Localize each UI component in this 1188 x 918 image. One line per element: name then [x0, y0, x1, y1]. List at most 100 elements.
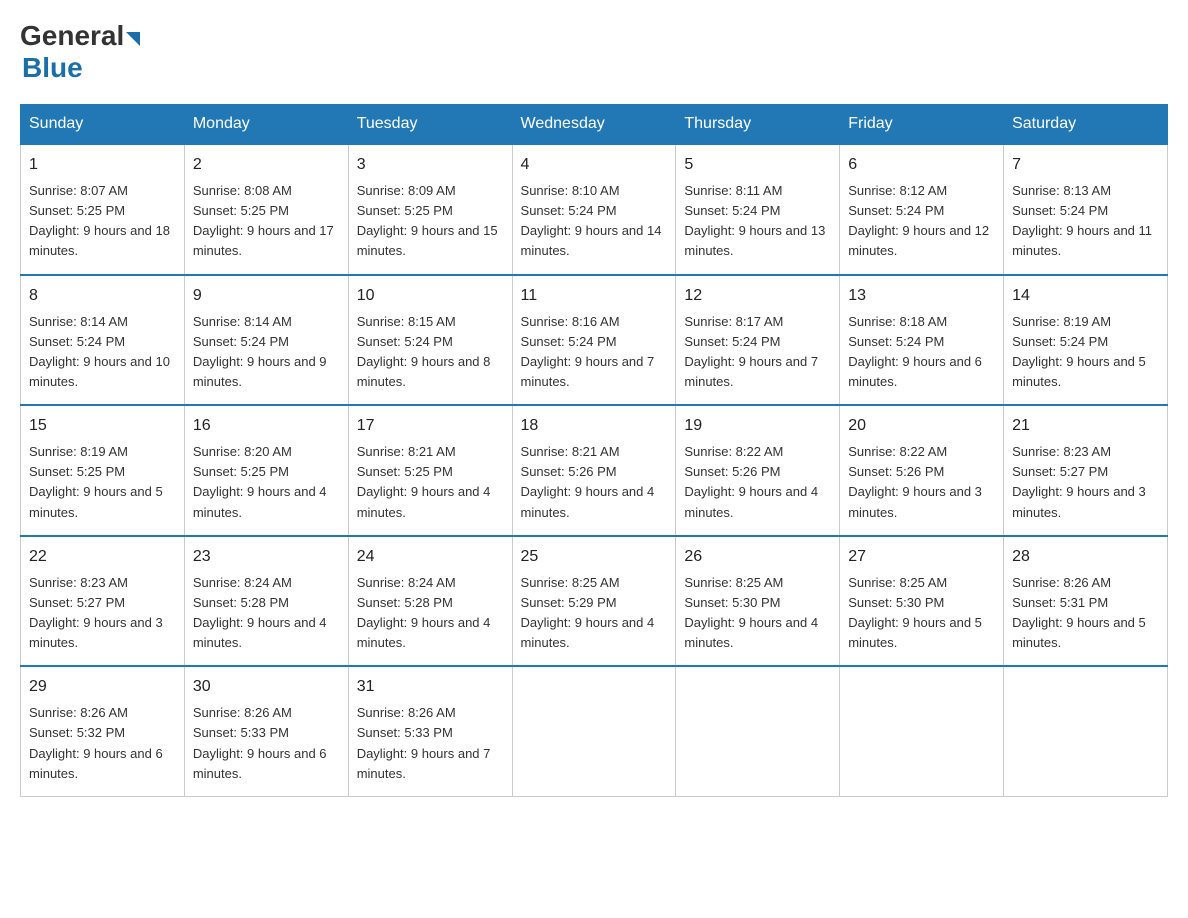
- day-info: Sunrise: 8:16 AMSunset: 5:24 PMDaylight:…: [521, 312, 668, 393]
- day-info: Sunrise: 8:26 AMSunset: 5:32 PMDaylight:…: [29, 703, 176, 784]
- day-number: 1: [29, 153, 176, 177]
- calendar-week-row: 15Sunrise: 8:19 AMSunset: 5:25 PMDayligh…: [21, 405, 1168, 536]
- day-info: Sunrise: 8:07 AMSunset: 5:25 PMDaylight:…: [29, 181, 176, 262]
- day-info: Sunrise: 8:24 AMSunset: 5:28 PMDaylight:…: [357, 573, 504, 654]
- day-number: 6: [848, 153, 995, 177]
- day-info: Sunrise: 8:15 AMSunset: 5:24 PMDaylight:…: [357, 312, 504, 393]
- day-number: 22: [29, 545, 176, 569]
- day-info: Sunrise: 8:26 AMSunset: 5:33 PMDaylight:…: [357, 703, 504, 784]
- day-info: Sunrise: 8:08 AMSunset: 5:25 PMDaylight:…: [193, 181, 340, 262]
- weekday-header-thursday: Thursday: [676, 105, 840, 145]
- day-number: 28: [1012, 545, 1159, 569]
- day-info: Sunrise: 8:19 AMSunset: 5:24 PMDaylight:…: [1012, 312, 1159, 393]
- calendar-day-cell: 12 Sunrise: 8:17 AMSunset: 5:24 PMDayligh…: [676, 275, 840, 406]
- weekday-header-wednesday: Wednesday: [512, 105, 676, 145]
- day-number: 31: [357, 675, 504, 699]
- calendar-day-cell: 6 Sunrise: 8:12 AMSunset: 5:24 PMDaylight…: [840, 144, 1004, 275]
- calendar-day-cell: [1004, 666, 1168, 796]
- calendar-day-cell: 25 Sunrise: 8:25 AMSunset: 5:29 PMDayligh…: [512, 536, 676, 667]
- calendar-day-cell: 30 Sunrise: 8:26 AMSunset: 5:33 PMDayligh…: [184, 666, 348, 796]
- weekday-header-sunday: Sunday: [21, 105, 185, 145]
- day-number: 13: [848, 284, 995, 308]
- calendar-week-row: 29 Sunrise: 8:26 AMSunset: 5:32 PMDayligh…: [21, 666, 1168, 796]
- day-number: 23: [193, 545, 340, 569]
- calendar-table: SundayMondayTuesdayWednesdayThursdayFrid…: [20, 104, 1168, 797]
- day-info: Sunrise: 8:20 AMSunset: 5:25 PMDaylight:…: [193, 442, 340, 523]
- day-number: 27: [848, 545, 995, 569]
- calendar-day-cell: 24 Sunrise: 8:24 AMSunset: 5:28 PMDayligh…: [348, 536, 512, 667]
- day-number: 30: [193, 675, 340, 699]
- calendar-day-cell: [512, 666, 676, 796]
- calendar-day-cell: 11 Sunrise: 8:16 AMSunset: 5:24 PMDayligh…: [512, 275, 676, 406]
- calendar-day-cell: 18Sunrise: 8:21 AMSunset: 5:26 PMDayligh…: [512, 405, 676, 536]
- calendar-day-cell: 29 Sunrise: 8:26 AMSunset: 5:32 PMDayligh…: [21, 666, 185, 796]
- calendar-day-cell: 10Sunrise: 8:15 AMSunset: 5:24 PMDayligh…: [348, 275, 512, 406]
- logo-general-text: General: [20, 20, 124, 52]
- day-info: Sunrise: 8:22 AMSunset: 5:26 PMDaylight:…: [684, 442, 831, 523]
- day-info: Sunrise: 8:14 AMSunset: 5:24 PMDaylight:…: [193, 312, 340, 393]
- day-number: 29: [29, 675, 176, 699]
- weekday-header-friday: Friday: [840, 105, 1004, 145]
- day-info: Sunrise: 8:18 AMSunset: 5:24 PMDaylight:…: [848, 312, 995, 393]
- day-info: Sunrise: 8:25 AMSunset: 5:30 PMDaylight:…: [684, 573, 831, 654]
- day-number: 25: [521, 545, 668, 569]
- day-number: 2: [193, 153, 340, 177]
- weekday-header-row: SundayMondayTuesdayWednesdayThursdayFrid…: [21, 105, 1168, 145]
- day-number: 5: [684, 153, 831, 177]
- day-number: 26: [684, 545, 831, 569]
- calendar-day-cell: 9 Sunrise: 8:14 AMSunset: 5:24 PMDaylight…: [184, 275, 348, 406]
- calendar-day-cell: [840, 666, 1004, 796]
- day-info: Sunrise: 8:23 AMSunset: 5:27 PMDaylight:…: [1012, 442, 1159, 523]
- day-number: 24: [357, 545, 504, 569]
- calendar-day-cell: 23 Sunrise: 8:24 AMSunset: 5:28 PMDayligh…: [184, 536, 348, 667]
- day-info: Sunrise: 8:24 AMSunset: 5:28 PMDaylight:…: [193, 573, 340, 654]
- weekday-header-tuesday: Tuesday: [348, 105, 512, 145]
- day-info: Sunrise: 8:25 AMSunset: 5:30 PMDaylight:…: [848, 573, 995, 654]
- day-info: Sunrise: 8:14 AMSunset: 5:24 PMDaylight:…: [29, 312, 176, 393]
- day-number: 4: [521, 153, 668, 177]
- day-info: Sunrise: 8:26 AMSunset: 5:33 PMDaylight:…: [193, 703, 340, 784]
- calendar-day-cell: 17 Sunrise: 8:21 AMSunset: 5:25 PMDayligh…: [348, 405, 512, 536]
- calendar-day-cell: 16 Sunrise: 8:20 AMSunset: 5:25 PMDayligh…: [184, 405, 348, 536]
- day-number: 17: [357, 414, 504, 438]
- calendar-day-cell: 21 Sunrise: 8:23 AMSunset: 5:27 PMDayligh…: [1004, 405, 1168, 536]
- day-info: Sunrise: 8:21 AMSunset: 5:26 PMDaylight:…: [521, 442, 668, 523]
- day-number: 16: [193, 414, 340, 438]
- calendar-day-cell: 19Sunrise: 8:22 AMSunset: 5:26 PMDayligh…: [676, 405, 840, 536]
- day-info: Sunrise: 8:09 AMSunset: 5:25 PMDaylight:…: [357, 181, 504, 262]
- day-number: 9: [193, 284, 340, 308]
- calendar-day-cell: 26 Sunrise: 8:25 AMSunset: 5:30 PMDayligh…: [676, 536, 840, 667]
- calendar-day-cell: 7Sunrise: 8:13 AMSunset: 5:24 PMDaylight…: [1004, 144, 1168, 275]
- calendar-day-cell: 20Sunrise: 8:22 AMSunset: 5:26 PMDayligh…: [840, 405, 1004, 536]
- day-info: Sunrise: 8:17 AMSunset: 5:24 PMDaylight:…: [684, 312, 831, 393]
- calendar-day-cell: 1 Sunrise: 8:07 AMSunset: 5:25 PMDaylight…: [21, 144, 185, 275]
- calendar-day-cell: 28 Sunrise: 8:26 AMSunset: 5:31 PMDayligh…: [1004, 536, 1168, 667]
- day-info: Sunrise: 8:10 AMSunset: 5:24 PMDaylight:…: [521, 181, 668, 262]
- day-info: Sunrise: 8:11 AMSunset: 5:24 PMDaylight:…: [684, 181, 831, 262]
- day-info: Sunrise: 8:26 AMSunset: 5:31 PMDaylight:…: [1012, 573, 1159, 654]
- day-info: Sunrise: 8:21 AMSunset: 5:25 PMDaylight:…: [357, 442, 504, 523]
- calendar-day-cell: 15Sunrise: 8:19 AMSunset: 5:25 PMDayligh…: [21, 405, 185, 536]
- calendar-day-cell: 13 Sunrise: 8:18 AMSunset: 5:24 PMDayligh…: [840, 275, 1004, 406]
- day-number: 21: [1012, 414, 1159, 438]
- calendar-day-cell: [676, 666, 840, 796]
- day-info: Sunrise: 8:25 AMSunset: 5:29 PMDaylight:…: [521, 573, 668, 654]
- calendar-day-cell: 31 Sunrise: 8:26 AMSunset: 5:33 PMDayligh…: [348, 666, 512, 796]
- day-number: 11: [521, 284, 668, 308]
- day-number: 12: [684, 284, 831, 308]
- calendar-day-cell: 8Sunrise: 8:14 AMSunset: 5:24 PMDaylight…: [21, 275, 185, 406]
- day-info: Sunrise: 8:12 AMSunset: 5:24 PMDaylight:…: [848, 181, 995, 262]
- day-number: 7: [1012, 153, 1159, 177]
- weekday-header-saturday: Saturday: [1004, 105, 1168, 145]
- logo: General Blue: [20, 20, 140, 84]
- calendar-day-cell: 3Sunrise: 8:09 AMSunset: 5:25 PMDaylight…: [348, 144, 512, 275]
- logo-arrow-icon: [126, 32, 140, 46]
- calendar-day-cell: 14Sunrise: 8:19 AMSunset: 5:24 PMDayligh…: [1004, 275, 1168, 406]
- logo-blue-text: Blue: [22, 52, 83, 84]
- calendar-week-row: 22Sunrise: 8:23 AMSunset: 5:27 PMDayligh…: [21, 536, 1168, 667]
- weekday-header-monday: Monday: [184, 105, 348, 145]
- calendar-day-cell: 22Sunrise: 8:23 AMSunset: 5:27 PMDayligh…: [21, 536, 185, 667]
- page-header: General Blue: [20, 20, 1168, 84]
- day-info: Sunrise: 8:22 AMSunset: 5:26 PMDaylight:…: [848, 442, 995, 523]
- calendar-day-cell: 27 Sunrise: 8:25 AMSunset: 5:30 PMDayligh…: [840, 536, 1004, 667]
